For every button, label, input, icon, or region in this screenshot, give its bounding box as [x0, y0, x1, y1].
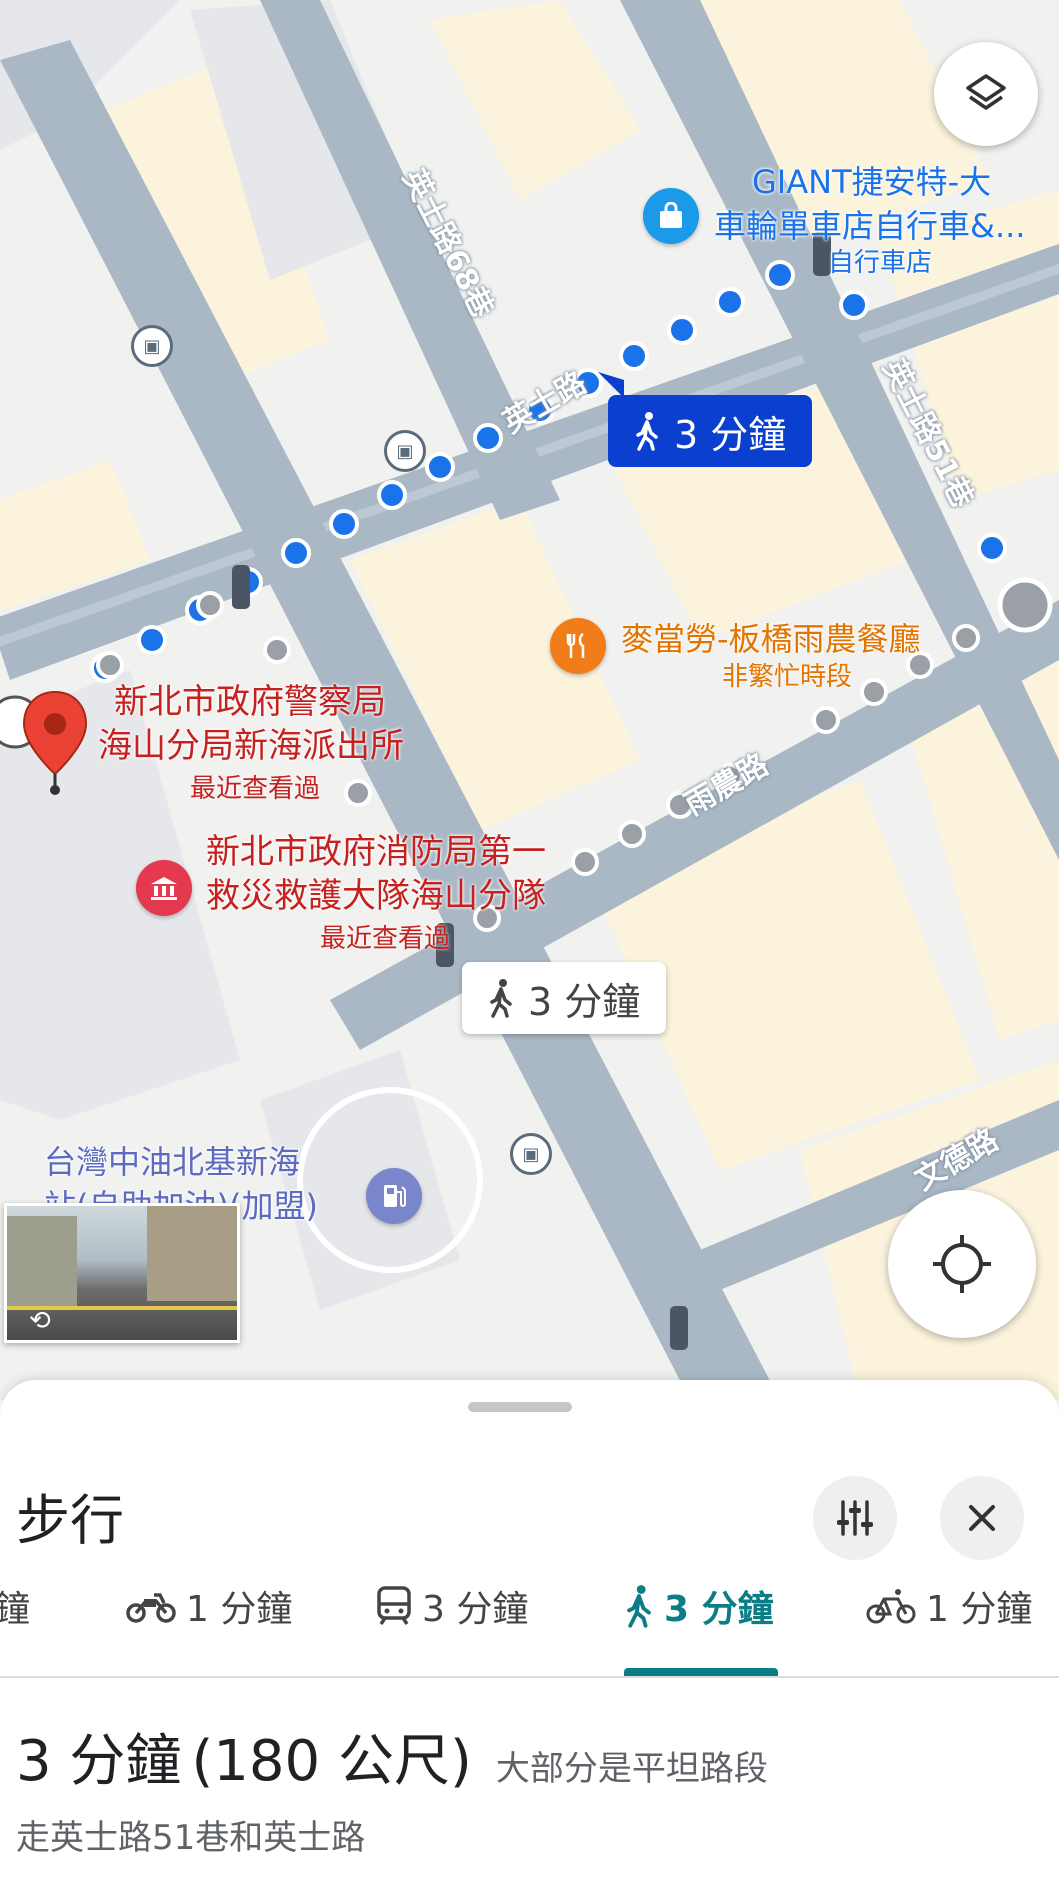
poi-fire-name[interactable]: 新北市政府消防局第一 救災救護大隊海山分隊: [206, 830, 546, 918]
mode-tab-motorcycle[interactable]: 1 分鐘: [126, 1580, 292, 1632]
bus-stop-icon[interactable]: ▣: [384, 430, 426, 472]
mode-tab-car-label: 鐘: [0, 1589, 31, 1630]
route-time-tag-alt[interactable]: 3 分鐘: [462, 962, 667, 1034]
route-options-button[interactable]: [813, 1476, 897, 1560]
walking-icon: [627, 1585, 651, 1628]
poi-police-line1: 新北市政府警察局: [114, 682, 386, 722]
rotate-360-icon: ⟲: [29, 1306, 51, 1336]
poi-giant-line2: 車輪單車店自行車&...: [714, 207, 1026, 245]
poi-giant-line1: GIANT捷安特-大: [752, 163, 992, 201]
mode-tab-walking[interactable]: 3 分鐘: [624, 1580, 774, 1632]
tabs-divider: [0, 1676, 1059, 1678]
mode-tab-transit-label: 3 分鐘: [422, 1589, 529, 1630]
transit-icon: [377, 1586, 411, 1625]
route-time-primary: 3 分鐘: [674, 412, 787, 457]
street-view-thumbnail[interactable]: ⟲: [4, 1203, 240, 1343]
summary-distance: (180 公尺): [191, 1729, 472, 1794]
bus-stop-icon[interactable]: ▣: [510, 1133, 552, 1175]
fork-knife-icon[interactable]: [550, 618, 606, 674]
poi-fire-line2: 救災救護大隊海山分隊: [206, 876, 546, 916]
poi-police-name[interactable]: 新北市政府警察局 海山分局新海派出所: [98, 680, 404, 768]
government-icon[interactable]: [136, 860, 192, 916]
sheet-title: 步行: [16, 1489, 124, 1552]
summary-time: 3 分鐘: [16, 1729, 182, 1794]
route-summary[interactable]: 3 分鐘 (180 公尺) 大部分是平坦路段: [16, 1716, 768, 1797]
poi-police-note: 最近查看過: [190, 774, 321, 804]
mode-tab-walking-label: 3 分鐘: [664, 1589, 774, 1630]
walking-icon: [490, 979, 512, 1018]
layers-button[interactable]: [934, 42, 1038, 146]
poi-giant-name[interactable]: GIANT捷安特-大 車輪單車店自行車&... 自行車店: [714, 160, 1025, 278]
close-icon: [969, 1505, 995, 1531]
poi-fire-note: 最近查看過: [320, 924, 451, 954]
my-location-button[interactable]: [888, 1190, 1036, 1338]
gas-pump-icon[interactable]: [366, 1168, 422, 1224]
mode-tab-bicycle[interactable]: 1 分鐘: [866, 1580, 1032, 1632]
map-view[interactable]: ▣ ▣ ▣ 英士路 英士路68巷 英士路51巷 雨農路 文德路 GIANT捷安特…: [0, 0, 1059, 1400]
poi-police-line2: 海山分局新海派出所: [98, 726, 404, 766]
shopping-bag-icon[interactable]: [643, 188, 699, 244]
route-tag-pointer: [598, 372, 624, 398]
walking-icon: [636, 412, 658, 451]
traffic-light-icon: [232, 565, 250, 609]
bicycle-icon: [866, 1589, 916, 1624]
poi-fire-line1: 新北市政府消防局第一: [206, 832, 546, 872]
selected-tab-indicator: [624, 1668, 778, 1676]
tune-icon: [837, 1500, 873, 1536]
mode-tab-bicycle-label: 1 分鐘: [926, 1589, 1033, 1630]
destination-pin-icon[interactable]: [18, 688, 92, 798]
route-time-tag-primary[interactable]: 3 分鐘: [608, 395, 813, 467]
crosshair-icon: [933, 1235, 991, 1293]
mode-tab-motorcycle-label: 1 分鐘: [186, 1589, 293, 1630]
bus-stop-icon[interactable]: ▣: [131, 325, 173, 367]
route-time-alt: 3 分鐘: [528, 979, 641, 1024]
motorcycle-icon: [126, 1593, 176, 1623]
sheet-drag-handle[interactable]: [468, 1402, 572, 1412]
poi-mcd-status: 非繁忙時段: [722, 662, 853, 692]
summary-terrain: 大部分是平坦路段: [495, 1749, 768, 1789]
mode-tab-car[interactable]: 鐘: [0, 1580, 30, 1632]
close-button[interactable]: [940, 1476, 1024, 1560]
poi-gas-line1: 台灣中油北基新海: [44, 1143, 301, 1181]
summary-via: 走英士路51巷和英士路: [16, 1818, 366, 1858]
poi-mcd-name[interactable]: 麥當勞-板橋雨農餐廳: [621, 614, 921, 660]
layers-icon: [966, 74, 1006, 110]
poi-giant-category: 自行車店: [828, 248, 933, 278]
traffic-light-icon: [670, 1306, 688, 1350]
mode-tab-transit[interactable]: 3 分鐘: [376, 1580, 528, 1632]
